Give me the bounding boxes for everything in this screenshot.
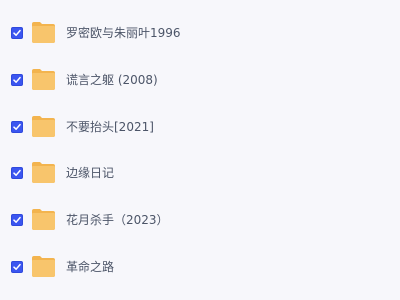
file-checkbox[interactable] — [11, 74, 23, 86]
folder-icon — [31, 254, 56, 278]
file-row[interactable]: 谎言之躯 (2008) — [0, 63, 400, 97]
folder-icon — [31, 114, 56, 138]
file-name[interactable]: 边缘日记 — [66, 164, 114, 182]
file-row[interactable]: 边缘日记 — [0, 156, 400, 190]
file-list: 罗密欧与朱丽叶1996 谎言之躯 (2008) 不要抬头[2021] 边缘日记 … — [0, 0, 400, 300]
file-row[interactable]: 不要抬头[2021] — [0, 110, 400, 144]
file-checkbox[interactable] — [11, 27, 23, 39]
file-row[interactable]: 罗密欧与朱丽叶1996 — [0, 16, 400, 50]
file-name[interactable]: 罗密欧与朱丽叶1996 — [66, 24, 181, 42]
folder-icon — [31, 160, 56, 184]
file-checkbox[interactable] — [11, 261, 23, 273]
file-name[interactable]: 革命之路 — [66, 258, 114, 276]
file-checkbox[interactable] — [11, 167, 23, 179]
file-checkbox[interactable] — [11, 121, 23, 133]
file-row[interactable]: 花月杀手（2023） — [0, 203, 400, 237]
folder-icon — [31, 207, 56, 231]
file-name[interactable]: 不要抬头[2021] — [66, 118, 154, 136]
folder-icon — [31, 20, 56, 44]
file-name[interactable]: 谎言之躯 (2008) — [66, 71, 158, 89]
file-name[interactable]: 花月杀手（2023） — [66, 211, 169, 229]
folder-icon — [31, 67, 56, 91]
file-row[interactable]: 革命之路 — [0, 250, 400, 284]
file-checkbox[interactable] — [11, 214, 23, 226]
